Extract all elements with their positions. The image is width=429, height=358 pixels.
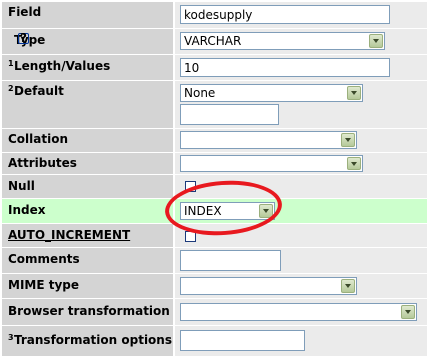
row-browser-transformation: Browser transformation	[2, 299, 427, 325]
attributes-select[interactable]	[180, 155, 363, 172]
default-value-input[interactable]	[180, 104, 279, 125]
row-length: Length/Values 1	[2, 55, 427, 80]
mime-type-select[interactable]	[180, 277, 357, 295]
attributes-label: Attributes	[8, 156, 77, 170]
dropdown-arrow-icon	[369, 34, 383, 48]
row-transformation-options: Transformation options 3	[2, 326, 427, 356]
row-auto-increment: AUTO_INCREMENT	[2, 224, 427, 247]
field-label: Field	[8, 5, 42, 19]
row-default: Default 2 None	[2, 81, 427, 128]
comments-input[interactable]	[180, 250, 281, 271]
transformation-options-footnote: 3	[8, 333, 14, 342]
dropdown-arrow-icon	[341, 133, 355, 147]
null-label: Null	[8, 179, 35, 193]
default-footnote: 2	[8, 84, 14, 93]
null-checkbox[interactable]	[185, 181, 196, 192]
type-select-value: VARCHAR	[184, 34, 242, 48]
row-index: Index INDEX	[2, 199, 427, 223]
dropdown-arrow-icon	[401, 305, 415, 319]
auto-increment-checkbox[interactable]	[185, 231, 196, 242]
index-select[interactable]: INDEX	[180, 202, 275, 220]
transformation-options-label: Transformation options	[14, 333, 172, 347]
length-footnote: 1	[8, 59, 14, 68]
auto-increment-label: AUTO_INCREMENT	[8, 228, 131, 242]
browser-transformation-label: Browser transformation	[8, 304, 170, 318]
field-name-input[interactable]	[180, 5, 390, 24]
field-properties-table: Field Type? VARCHAR Length/Values1 Defau…	[0, 0, 429, 358]
dropdown-arrow-icon	[347, 157, 361, 170]
collation-label: Collation	[8, 132, 69, 146]
dropdown-arrow-icon	[259, 204, 273, 218]
dropdown-arrow-icon	[341, 279, 355, 293]
default-label: Default	[14, 84, 64, 98]
row-comments: Comments	[2, 248, 427, 273]
row-collation: Collation	[2, 129, 427, 152]
index-label: Index	[8, 203, 46, 217]
row-type: Type? VARCHAR	[2, 29, 427, 54]
transformation-options-input[interactable]	[180, 330, 305, 351]
mime-type-label: MIME type	[8, 278, 80, 292]
dropdown-arrow-icon	[347, 86, 361, 100]
help-icon[interactable]: ?	[18, 32, 29, 44]
length-label: Length/Values	[14, 59, 111, 73]
browser-transformation-select[interactable]	[180, 303, 417, 321]
row-null: Null	[2, 175, 427, 198]
default-select-value: None	[184, 86, 216, 100]
length-values-input[interactable]	[180, 58, 390, 77]
row-mime-type: MIME type	[2, 274, 427, 298]
type-select[interactable]: VARCHAR	[180, 32, 385, 50]
collation-select[interactable]	[180, 131, 357, 149]
row-attributes: Attributes	[2, 153, 427, 174]
index-select-value: INDEX	[184, 204, 222, 218]
comments-label: Comments	[8, 252, 80, 266]
row-field: Field	[2, 2, 427, 28]
default-select[interactable]: None	[180, 84, 363, 102]
